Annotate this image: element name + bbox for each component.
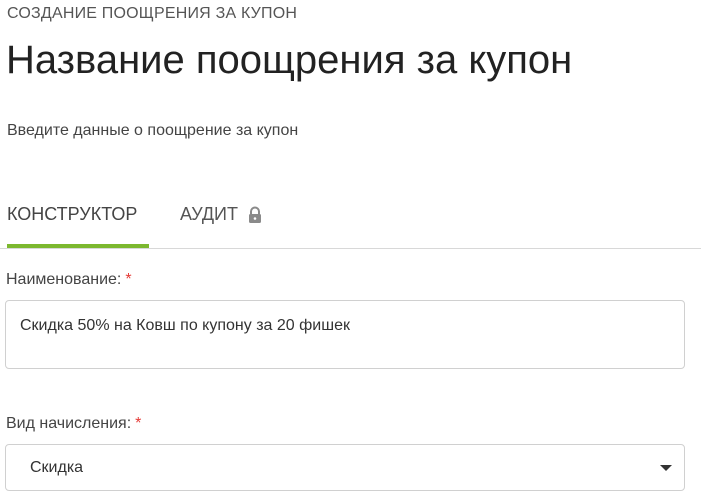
accrual-type-select[interactable]: Скидка	[5, 444, 685, 491]
page-title: Название поощрения за купон	[6, 38, 573, 82]
name-input[interactable]: Скидка 50% на Ковш по купону за 20 фишек	[5, 300, 685, 369]
tab-bar: КОНСТРУКТОР АУДИТ	[0, 196, 701, 249]
accrual-type-label-text: Вид начисления:	[6, 415, 132, 432]
accrual-type-label: Вид начисления: *	[6, 415, 141, 433]
required-mark: *	[135, 415, 142, 432]
page-overline: СОЗДАНИЕ ПООЩРЕНИЯ ЗА КУПОН	[7, 5, 298, 22]
tab-audit[interactable]: АУДИТ	[180, 196, 290, 248]
lock-icon	[247, 206, 263, 224]
required-mark: *	[125, 271, 132, 288]
tab-audit-label: АУДИТ	[180, 204, 238, 224]
name-field-label: Наименование: *	[6, 271, 132, 289]
page-subtitle: Введите данные о поощрение за купон	[7, 122, 299, 139]
tab-constructor[interactable]: КОНСТРУКТОР	[7, 196, 149, 248]
caret-down-icon	[660, 465, 672, 471]
name-label-text: Наименование:	[6, 271, 122, 288]
accrual-type-value: Скидка	[30, 459, 84, 476]
tab-constructor-label: КОНСТРУКТОР	[7, 204, 138, 224]
